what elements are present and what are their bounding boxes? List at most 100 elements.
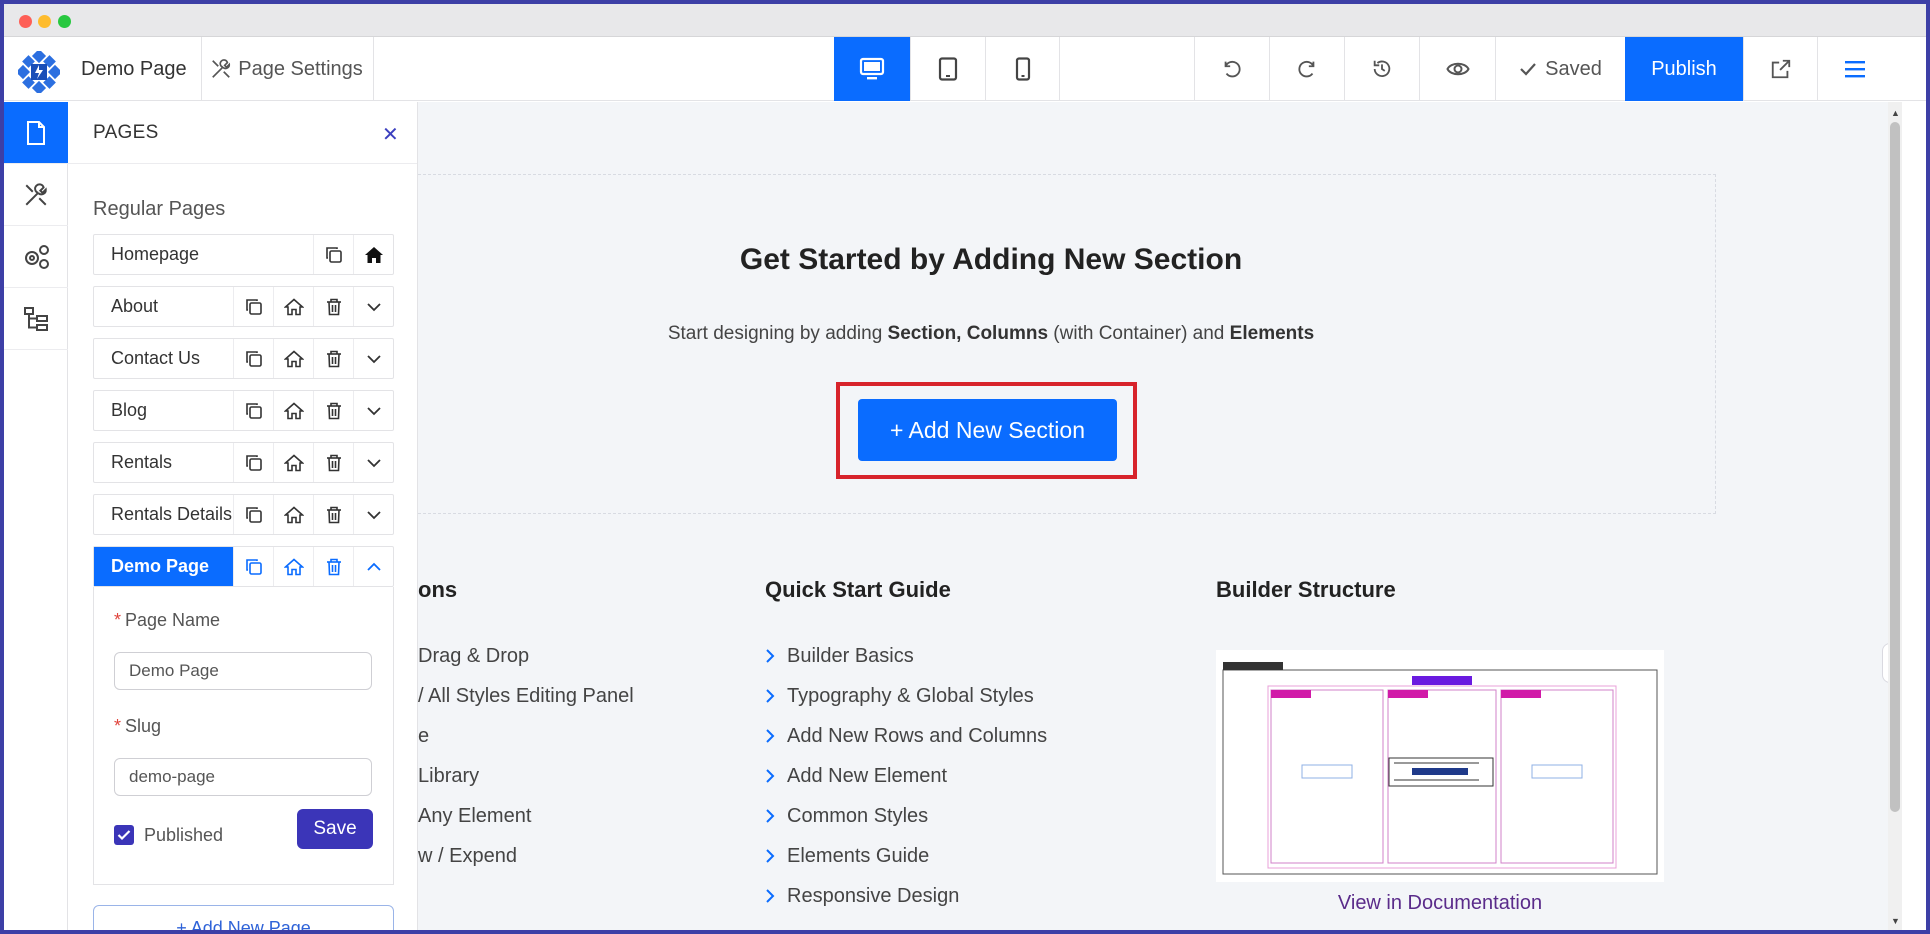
page-row-homepage[interactable]: Homepage [93, 234, 394, 275]
rail-design-button[interactable] [4, 164, 68, 226]
list-item[interactable]: / All Styles Editing Panel [418, 676, 634, 716]
list-item[interactable]: Drag & Drop [418, 636, 634, 676]
trash-icon [326, 454, 341, 471]
page-name[interactable]: Rentals Details [94, 495, 233, 534]
copy-icon [245, 558, 262, 575]
list-item[interactable]: Library [418, 756, 634, 796]
slug-input[interactable]: demo-page [114, 758, 372, 796]
set-homepage-button[interactable] [273, 443, 313, 482]
page-name[interactable]: Homepage [94, 235, 313, 274]
undo-icon [1224, 60, 1241, 78]
page-row-rentals-details[interactable]: Rentals Details [93, 494, 394, 535]
set-homepage-button[interactable] [273, 287, 313, 326]
tablet-view-button[interactable] [910, 37, 985, 101]
duplicate-button[interactable] [233, 495, 273, 534]
duplicate-button[interactable] [233, 339, 273, 378]
expand-button[interactable] [353, 287, 393, 326]
list-item[interactable]: Builder Basics [765, 636, 1047, 676]
minimize-window-button[interactable] [38, 15, 51, 28]
history-button[interactable] [1344, 37, 1419, 101]
collapse-button[interactable] [353, 547, 393, 586]
close-icon[interactable]: ✕ [382, 122, 399, 147]
view-in-documentation-link[interactable]: View in Documentation [1216, 892, 1664, 915]
duplicate-button[interactable] [313, 235, 353, 274]
pages-panel-header: PAGES ✕ [68, 102, 417, 164]
expand-button[interactable] [353, 495, 393, 534]
history-icon [1373, 60, 1391, 78]
set-homepage-button[interactable] [273, 547, 313, 586]
delete-button[interactable] [313, 495, 353, 534]
chevron-down-icon [366, 510, 381, 519]
maximize-window-button[interactable] [58, 15, 71, 28]
delete-button[interactable] [313, 391, 353, 430]
list-item[interactable]: Responsive Design [765, 876, 1047, 916]
list-item[interactable]: w / Expend [418, 836, 634, 876]
add-new-section-button[interactable]: + Add New Section [858, 399, 1117, 461]
open-external-button[interactable] [1743, 37, 1817, 101]
list-item[interactable]: Common Styles [765, 796, 1047, 836]
page-name[interactable]: Blog [94, 391, 233, 430]
list-item[interactable]: e [418, 716, 634, 756]
scroll-down-icon[interactable]: ▼ [1891, 916, 1900, 926]
expand-button[interactable] [353, 339, 393, 378]
delete-button[interactable] [313, 547, 353, 586]
duplicate-button[interactable] [233, 547, 273, 586]
app-logo-icon[interactable] [18, 51, 60, 93]
list-item[interactable]: Elements Guide [765, 836, 1047, 876]
redo-button[interactable] [1269, 37, 1344, 101]
delete-button[interactable] [313, 287, 353, 326]
home-icon [283, 401, 304, 419]
page-edit-form: * Page Name Demo Page * Slug demo-page Pub… [93, 587, 394, 885]
scroll-thumb[interactable] [1890, 122, 1900, 812]
duplicate-button[interactable] [233, 443, 273, 482]
menu-button[interactable] [1817, 37, 1891, 101]
published-checkbox[interactable] [114, 825, 134, 845]
page-name[interactable]: Rentals [94, 443, 233, 482]
delete-button[interactable] [313, 339, 353, 378]
hero-subtitle: Start designing by adding Section, Colum… [667, 323, 1315, 344]
toolbar-spacer [1059, 37, 1194, 101]
set-homepage-button[interactable] [273, 339, 313, 378]
page-row-rentals[interactable]: Rentals [93, 442, 394, 483]
publish-button[interactable]: Publish [1625, 37, 1743, 101]
add-new-page-button[interactable]: + Add New Page [93, 905, 394, 930]
page-name[interactable]: Demo Page [94, 547, 233, 586]
save-button[interactable]: Save [297, 809, 373, 849]
duplicate-button[interactable] [233, 287, 273, 326]
page-name[interactable]: Contact Us [94, 339, 233, 378]
page-name-input[interactable]: Demo Page [114, 652, 372, 690]
close-window-button[interactable] [19, 15, 32, 28]
page-row-about[interactable]: About [93, 286, 394, 327]
duplicate-button[interactable] [233, 391, 273, 430]
delete-button[interactable] [313, 443, 353, 482]
page-settings-button[interactable]: Page Settings [200, 37, 374, 101]
page-row-demo-page[interactable]: Demo Page [93, 546, 394, 587]
scroll-up-icon[interactable]: ▲ [1891, 108, 1900, 118]
tools-icon [25, 182, 47, 205]
expand-button[interactable] [353, 443, 393, 482]
set-homepage-button[interactable] [273, 495, 313, 534]
rail-pages-button[interactable] [4, 102, 68, 164]
hero-title: Get Started by Adding New Section [739, 243, 1243, 276]
saved-label: Saved [1545, 57, 1602, 80]
chevron-right-icon [765, 888, 775, 904]
set-homepage-button[interactable] [273, 391, 313, 430]
expand-button[interactable] [353, 391, 393, 430]
home-icon [283, 297, 304, 315]
page-name[interactable]: About [94, 287, 233, 326]
list-item[interactable]: Typography & Global Styles [765, 676, 1047, 716]
rail-structure-button[interactable] [4, 288, 68, 350]
page-row-blog[interactable]: Blog [93, 390, 394, 431]
mobile-view-button[interactable] [985, 37, 1059, 101]
published-label: Published [144, 825, 224, 845]
list-item[interactable]: Add New Element [765, 756, 1047, 796]
preview-button[interactable] [1419, 37, 1495, 101]
page-row-contact-us[interactable]: Contact Us [93, 338, 394, 379]
list-item[interactable]: Add New Rows and Columns [765, 716, 1047, 756]
list-item[interactable]: Any Element [418, 796, 634, 836]
desktop-view-button[interactable] [834, 37, 910, 101]
undo-button[interactable] [1194, 37, 1269, 101]
canvas-scrollbar[interactable]: ▲ ▼ [1888, 102, 1902, 930]
copy-icon [325, 246, 342, 263]
rail-settings-button[interactable] [4, 226, 68, 288]
